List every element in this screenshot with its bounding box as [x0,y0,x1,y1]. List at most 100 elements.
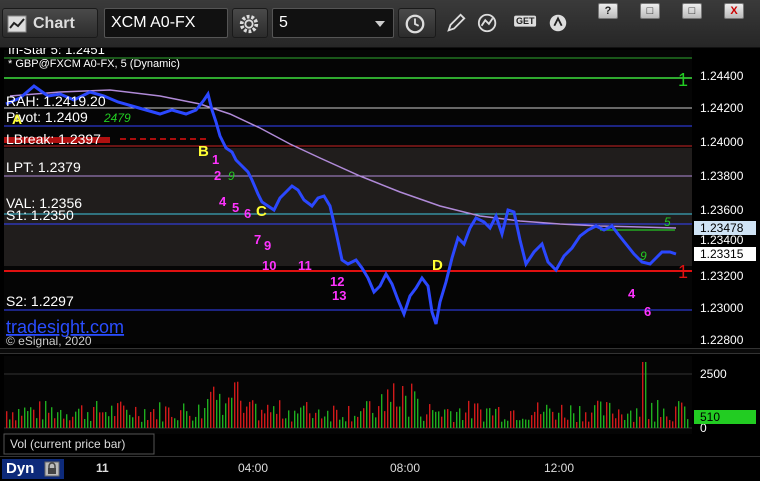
volume-bar [672,421,674,428]
chart-toolbar: Chart XCM A0-FX 5 GET ? □ □ X [0,0,760,48]
volume-bar [681,402,683,428]
symbol-input[interactable]: XCM A0-FX [104,8,228,38]
volume-bar [435,411,437,428]
volume-bar [654,421,656,428]
vol-axis-top: 2500 [700,367,727,381]
volume-bar [375,417,377,428]
volume-bar [522,418,524,428]
volume-bar [6,411,8,428]
draw-tool-button[interactable] [440,8,470,38]
time-label-day: 11 [96,461,109,475]
count-12: 12 [330,274,344,289]
axis-label-1: 1.24200 [700,101,744,115]
settings-button[interactable] [232,8,268,38]
study-line-1: In-Star 5: 1.2451 [8,48,105,57]
volume-bar [159,402,161,428]
link-button[interactable] [542,8,572,38]
volume-bar [168,407,170,428]
count-10: 10 [262,258,276,273]
time-label-0800: 08:00 [390,461,421,475]
chevron-down-icon [375,21,385,27]
axis-label-0: 1.24400 [700,69,744,83]
volume-bar [222,414,224,428]
volume-bar [114,416,116,428]
green-count-2: 5 [664,215,671,229]
volume-bar [597,400,599,428]
volume-bar [684,406,686,428]
help-button[interactable]: ? [598,3,618,19]
green-count-text: 2479 [103,111,131,125]
restore-button[interactable]: □ [640,3,660,19]
level-label-rah: RAH: 1.2419.20 [6,93,106,109]
vol-label: Vol (current price bar) [10,437,125,451]
price-tag-ma-value: 1.23478 [700,221,744,235]
count-4b: 4 [628,286,636,301]
volume-bar [402,385,404,428]
volume-bar [462,420,464,428]
volume-bar [552,411,554,428]
lock-icon[interactable] [44,461,60,477]
volume-bar [444,409,446,428]
volume-bar [249,401,251,428]
volume-bar [657,400,659,428]
volume-bar [303,405,305,428]
chart-menu-button[interactable]: Chart [2,8,98,38]
volume-bar [66,414,68,428]
close-button[interactable]: X [724,3,744,19]
price-chart[interactable]: In-Star 5: 1.2451 * GBP@FXCM A0-FX, 5 (D… [0,48,760,348]
volume-bar [237,381,239,428]
volume-bar [651,402,653,428]
axis-label-7: 1.23000 [700,301,744,315]
volume-bar [378,406,380,428]
volume-bar [135,406,137,428]
volume-bar [564,417,566,428]
volume-bar [240,400,242,428]
volume-bar [60,409,62,428]
get-data-button[interactable]: GET [508,8,540,38]
volume-bar [48,412,50,428]
volume-bar [195,416,197,428]
volume-bar [234,382,236,428]
volume-bar [9,419,11,428]
axis-one-red: 1 [678,262,688,282]
green-count-1: 9 [228,169,235,183]
interval-select[interactable]: 5 [272,8,394,38]
marker-c: C [256,203,267,220]
volume-bar [78,408,80,428]
volume-bar [285,418,287,428]
volume-bar [33,409,35,428]
volume-bar [669,419,671,428]
volume-bar [258,420,260,428]
volume-bar [264,413,266,428]
volume-bar [309,413,311,428]
maximize-button[interactable]: □ [682,3,702,19]
volume-chart[interactable]: 2500 0 510 Vol (current price bar) [0,354,760,456]
volume-bar [339,419,341,428]
volume-bar [354,415,356,428]
volume-bar [120,401,122,428]
volume-bar [369,401,371,428]
volume-bar [615,418,617,428]
volume-bar [507,420,509,428]
volume-bar [318,409,320,428]
volume-bar [75,411,77,428]
volume-bar [219,393,221,428]
time-template-button[interactable] [398,8,436,38]
volume-bar [315,412,317,428]
studies-button[interactable] [472,8,506,38]
volume-bar [177,420,179,428]
volume-bar [171,416,173,428]
volume-bar [213,386,215,428]
volume-bar [204,407,206,428]
volume-bar [225,403,227,428]
pencil-icon [447,13,466,32]
volume-bar [531,415,533,428]
axis-label-4: 1.23600 [700,203,744,217]
volume-bar [525,419,527,428]
volume-bar [141,421,143,428]
level-label-s1: S1: 1.2350 [6,207,74,223]
volume-bar [405,395,407,428]
volume-bar [186,411,188,428]
volume-bar [117,403,119,428]
volume-bar [429,404,431,428]
